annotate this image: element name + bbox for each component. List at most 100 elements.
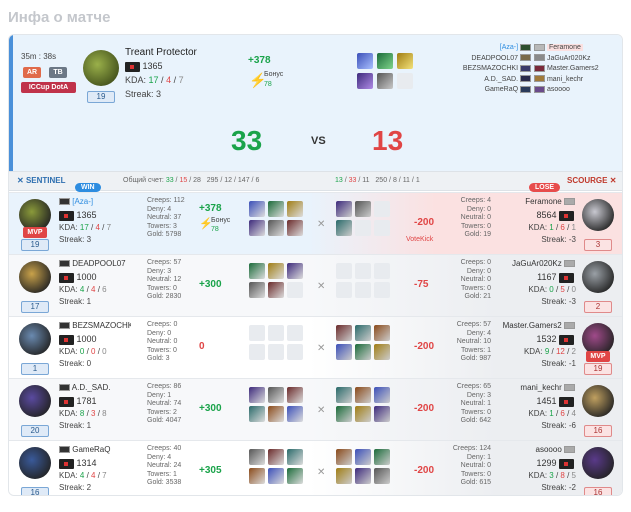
teams-bar: ✕ SENTINEL WIN Общий счет: 33 / 15 / 28 … xyxy=(9,171,622,192)
item-slot[interactable] xyxy=(374,406,390,422)
player-name[interactable]: Feramone xyxy=(525,197,561,206)
item-slot[interactable] xyxy=(355,406,371,422)
item-slot[interactable] xyxy=(377,53,393,69)
hero-portrait[interactable] xyxy=(582,447,614,479)
player-stats: Creeps: 4 Deny: 0 Neutral: 0 Towers: 0 Gold:… xyxy=(460,197,491,238)
item-slot[interactable] xyxy=(355,201,371,217)
item-slot[interactable] xyxy=(249,468,265,484)
rank-medal-icon xyxy=(559,334,574,345)
item-slot[interactable] xyxy=(268,449,284,465)
player-name[interactable]: JaGuAr020Kz xyxy=(512,259,562,268)
item-slot[interactable] xyxy=(336,201,352,217)
swords-icon: ✕ xyxy=(317,219,326,230)
item-slot[interactable] xyxy=(336,406,352,422)
item-slot[interactable] xyxy=(287,220,303,236)
item-slot[interactable] xyxy=(336,449,352,465)
item-slot[interactable] xyxy=(397,53,413,69)
item-slot[interactable] xyxy=(357,73,373,89)
item-slot[interactable] xyxy=(268,220,284,236)
bonus-label: Бонус xyxy=(211,217,231,224)
item-slot[interactable] xyxy=(268,201,284,217)
score-scourge: 13 xyxy=(372,125,404,156)
item-slot[interactable] xyxy=(336,468,352,484)
hero-portrait[interactable] xyxy=(582,199,614,231)
rating-change: +300 xyxy=(199,279,222,290)
hero-portrait[interactable] xyxy=(19,447,51,479)
roster-player[interactable]: DEADPOOL07 xyxy=(441,54,531,65)
item-slot[interactable] xyxy=(268,263,284,279)
item-slot[interactable] xyxy=(287,406,303,422)
item-slot[interactable] xyxy=(355,325,371,341)
item-slot[interactable] xyxy=(287,468,303,484)
hero-portrait[interactable] xyxy=(582,385,614,417)
roster-player[interactable]: Master.Gamers2 xyxy=(534,64,614,75)
player-name[interactable]: asoooo xyxy=(536,445,562,454)
roster-player[interactable]: BEZSMAZOCHKI xyxy=(441,64,531,75)
win-badge: WIN xyxy=(75,183,101,192)
player-name[interactable]: A.D._SAD. xyxy=(72,383,111,392)
item-slot[interactable] xyxy=(374,468,390,484)
player-stats: Creeps: 0 Deny: 0 Neutral: 0 Towers: 0 Gold:… xyxy=(460,259,491,300)
roster-player[interactable]: mani_kechr xyxy=(534,75,614,86)
player-name[interactable]: Master.Gamers2 xyxy=(503,321,562,330)
item-slot[interactable] xyxy=(357,53,373,69)
item-slot[interactable] xyxy=(249,201,265,217)
item-slot[interactable] xyxy=(287,263,303,279)
item-slot[interactable] xyxy=(268,387,284,403)
item-slot[interactable] xyxy=(374,387,390,403)
item-slot-empty xyxy=(336,282,352,298)
item-slot[interactable] xyxy=(287,201,303,217)
item-slot[interactable] xyxy=(287,449,303,465)
hero-portrait xyxy=(83,50,119,86)
player-row: 16 GameRaQ 1314 KDA: 4 / 4 / 7 Streak: 2… xyxy=(9,440,622,495)
player-rating: 1451 xyxy=(536,396,557,406)
item-slot[interactable] xyxy=(249,449,265,465)
item-slot[interactable] xyxy=(355,468,371,484)
player-rating: 1299 xyxy=(536,458,557,468)
item-slot[interactable] xyxy=(355,387,371,403)
roster-player[interactable]: JaGuAr020Kz xyxy=(534,54,614,65)
item-slot[interactable] xyxy=(374,325,390,341)
hero-portrait[interactable] xyxy=(19,323,51,355)
player-name[interactable]: [Aza-] xyxy=(72,197,93,206)
player-name[interactable]: BEZSMAZOCHKI xyxy=(72,321,131,330)
player-stats: Creeps: 40 Deny: 4 Neutral: 24 Towers: 1 Gol… xyxy=(147,445,182,486)
item-slot[interactable] xyxy=(355,449,371,465)
item-slot[interactable] xyxy=(249,263,265,279)
hero-portrait[interactable] xyxy=(19,385,51,417)
item-slot[interactable] xyxy=(374,449,390,465)
item-slot[interactable] xyxy=(336,387,352,403)
item-slot[interactable] xyxy=(336,344,352,360)
item-slot[interactable] xyxy=(249,406,265,422)
item-slot[interactable] xyxy=(287,387,303,403)
player-streak: Streak: 3 xyxy=(59,235,92,244)
player-name[interactable]: DEADPOOL07 xyxy=(72,259,125,268)
rating-change: -75 xyxy=(414,279,429,290)
item-slot[interactable] xyxy=(268,406,284,422)
item-slot[interactable] xyxy=(268,282,284,298)
hero-portrait[interactable] xyxy=(19,261,51,293)
roster-player[interactable]: GameRaQ xyxy=(441,85,531,96)
roster-player[interactable]: A.D._SAD. xyxy=(441,75,531,86)
item-slot[interactable] xyxy=(336,220,352,236)
item-slot[interactable] xyxy=(268,468,284,484)
item-slot[interactable] xyxy=(249,282,265,298)
roster-player[interactable]: asoooo xyxy=(534,85,614,96)
player-stats: Creeps: 0 Deny: 0 Neutral: 0 Towers: 0 Gold:… xyxy=(147,321,178,362)
player-name[interactable]: GameRaQ xyxy=(72,445,110,454)
roster-right: Feramone JaGuAr020Kz Master.Gamers2 mani… xyxy=(534,43,614,96)
item-slot[interactable] xyxy=(249,387,265,403)
player-name[interactable]: mani_kechr xyxy=(520,383,561,392)
item-slot[interactable] xyxy=(374,344,390,360)
item-slot[interactable] xyxy=(377,73,393,89)
rank-medal-icon xyxy=(125,61,140,72)
item-slot-empty xyxy=(268,325,284,341)
hero-level: 1 xyxy=(21,363,49,375)
roster-player[interactable]: Feramone xyxy=(534,43,614,54)
league-badge: ICCup DotA xyxy=(21,82,76,93)
roster-player[interactable]: [Aza-] xyxy=(441,43,531,54)
item-slot[interactable] xyxy=(336,325,352,341)
hero-portrait[interactable] xyxy=(582,261,614,293)
item-slot[interactable] xyxy=(249,220,265,236)
item-slot[interactable] xyxy=(355,344,371,360)
